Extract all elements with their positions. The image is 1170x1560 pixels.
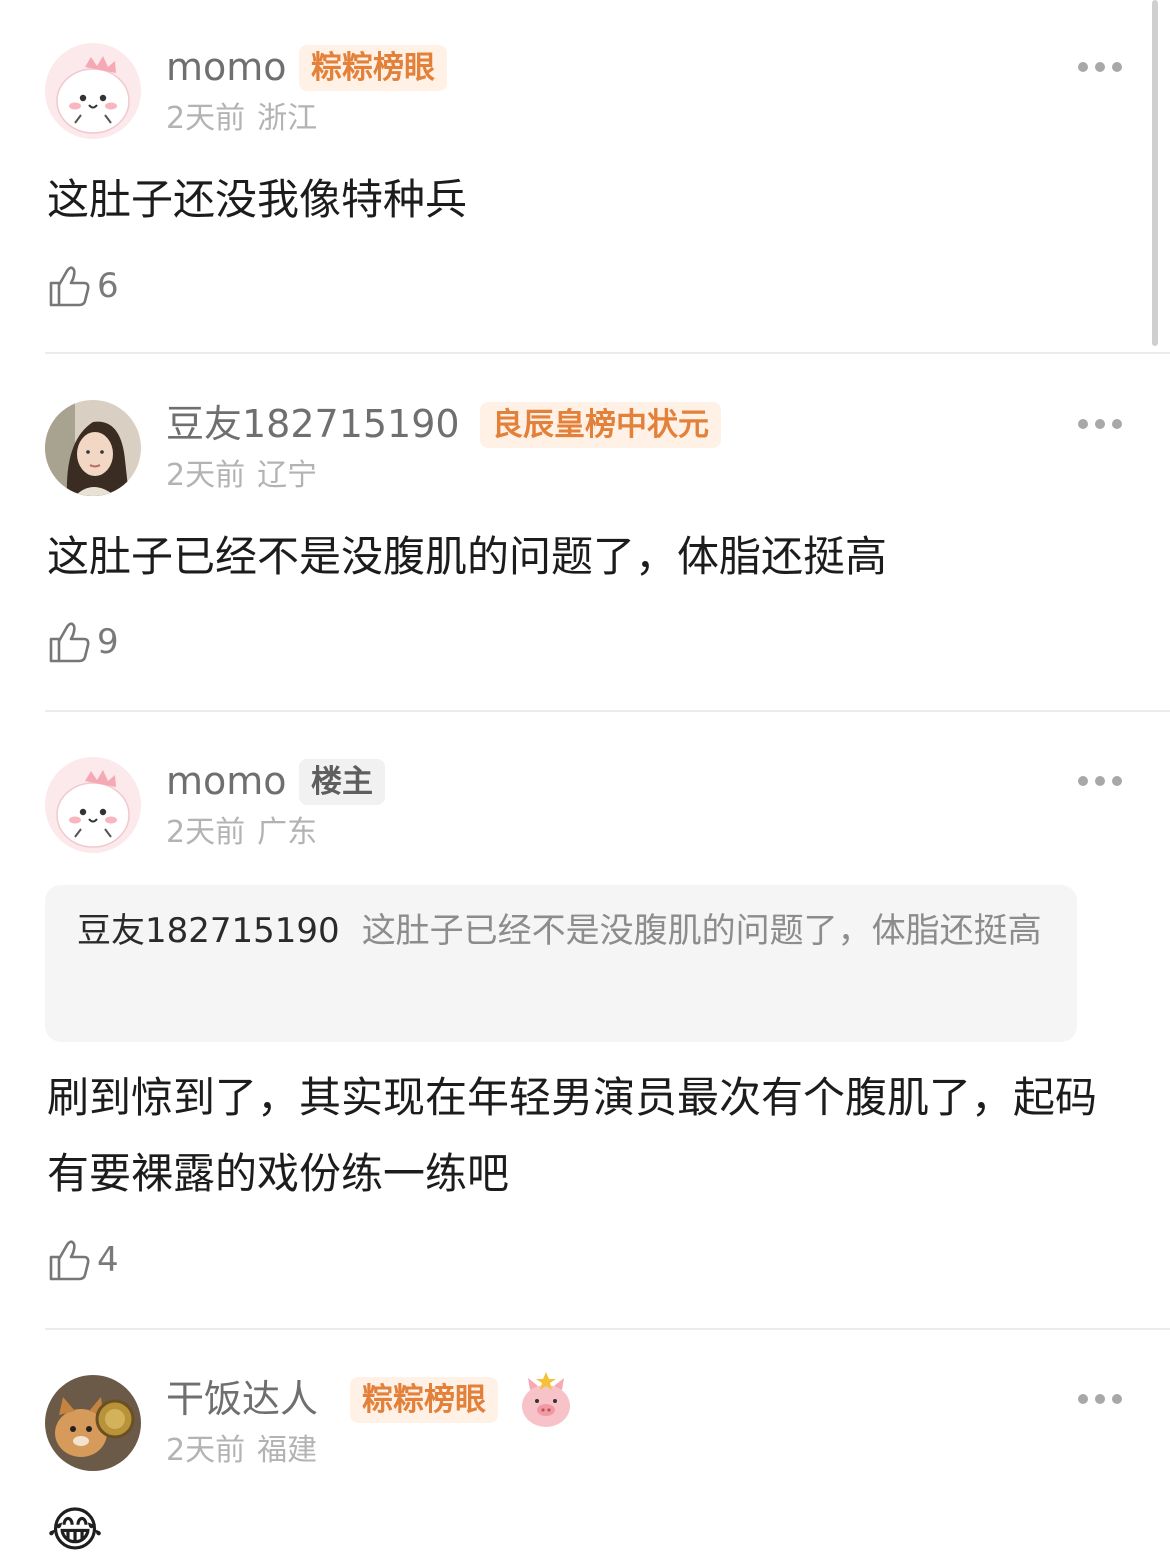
dot-icon xyxy=(1078,1394,1088,1404)
more-options-button[interactable] xyxy=(1078,1393,1122,1405)
dot-icon xyxy=(1095,1394,1105,1404)
dot-icon xyxy=(1112,1394,1122,1404)
username[interactable]: 干饭达人 xyxy=(166,1376,318,1422)
user-badge: 粽粽榜眼 xyxy=(350,1377,498,1423)
comment-emoji: 😂 xyxy=(47,1502,104,1558)
scrollbar[interactable] xyxy=(1152,0,1158,346)
comment-meta: 2天前 福建 xyxy=(166,1433,317,1469)
comment-item: 干饭达人 粽粽榜眼 2天前 福建 😂 xyxy=(0,0,1170,1558)
pig-badge-icon xyxy=(516,1370,576,1430)
comment-time: 2天前 xyxy=(166,1433,246,1468)
cat-photo-avatar-icon xyxy=(45,1375,141,1471)
comment-location: 福建 xyxy=(257,1433,318,1468)
avatar[interactable] xyxy=(45,1375,141,1471)
